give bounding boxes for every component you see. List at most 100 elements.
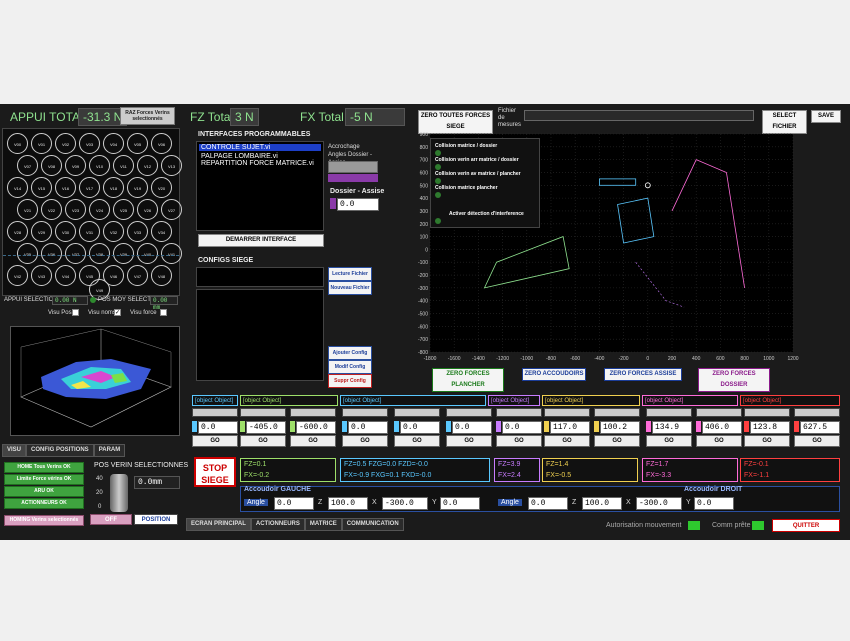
- position-input[interactable]: 0.0: [400, 421, 440, 434]
- d-z-input[interactable]: 100.0: [582, 497, 622, 510]
- verin-circle[interactable]: V26: [137, 199, 158, 220]
- verin-circle[interactable]: V36: [41, 243, 62, 264]
- value-stepper[interactable]: [646, 421, 651, 432]
- position-input[interactable]: 627.5: [800, 421, 840, 434]
- interface-item[interactable]: CONTROLE SUJET.vi: [199, 144, 321, 151]
- jog-buttons[interactable]: [446, 408, 492, 417]
- jog-buttons[interactable]: [696, 408, 742, 417]
- quitter-button[interactable]: QUITTER: [772, 519, 840, 532]
- verin-circle[interactable]: V13: [161, 155, 182, 176]
- go-button[interactable]: GO: [646, 435, 692, 447]
- verin-circle[interactable]: V00: [7, 133, 28, 154]
- suppr-config-button[interactable]: Suppr Config: [328, 374, 372, 388]
- tab-actionneurs[interactable]: ACTIONNEURS: [250, 518, 305, 531]
- dossier-assise-input[interactable]: 0.0: [337, 198, 379, 211]
- g-z-input[interactable]: 100.0: [328, 497, 368, 510]
- jog-buttons[interactable]: [744, 408, 790, 417]
- verin-circle[interactable]: V21: [17, 199, 38, 220]
- d-y-input[interactable]: 0.0: [694, 497, 734, 510]
- verin-circle[interactable]: V48: [151, 265, 172, 286]
- verin-circle[interactable]: V25: [113, 199, 134, 220]
- verin-circle[interactable]: V44: [55, 265, 76, 286]
- go-button[interactable]: GO: [744, 435, 790, 447]
- position-input[interactable]: 0.0: [198, 421, 238, 434]
- value-stepper[interactable]: [192, 421, 197, 432]
- tab-visu[interactable]: VISU: [2, 444, 27, 457]
- off-toggle[interactable]: OFF: [90, 514, 132, 525]
- verin-circle[interactable]: V14: [7, 177, 28, 198]
- verin-circle[interactable]: V11: [113, 155, 134, 176]
- verin-circle[interactable]: V38: [89, 243, 110, 264]
- go-button[interactable]: GO: [446, 435, 492, 447]
- fichier-mesures-input[interactable]: [524, 110, 754, 121]
- position-input[interactable]: 117.0: [550, 421, 590, 434]
- position-input[interactable]: 123.8: [750, 421, 790, 434]
- verin-circle[interactable]: V32: [103, 221, 124, 242]
- verin-circle[interactable]: V35: [17, 243, 38, 264]
- verin-circle[interactable]: V18: [103, 177, 124, 198]
- d-x-input[interactable]: -300.0: [636, 497, 682, 510]
- go-button[interactable]: GO: [594, 435, 640, 447]
- interfaces-list[interactable]: CONTROLE SUJET.vi PALPAGE LOMBAIRE.vi RE…: [196, 141, 324, 231]
- accrochage-slider-track[interactable]: [328, 161, 378, 173]
- verin-circle[interactable]: V33: [127, 221, 148, 242]
- visu-force-checkbox[interactable]: [160, 309, 167, 316]
- verin-circle[interactable]: V37: [65, 243, 86, 264]
- position-input[interactable]: 100.2: [600, 421, 640, 434]
- home-verins-button[interactable]: HOME Tous Verins OK: [4, 462, 84, 473]
- stop-siege-button[interactable]: STOP SIEGE: [194, 457, 236, 487]
- value-stepper[interactable]: [290, 421, 295, 432]
- verin-circle[interactable]: V39: [113, 243, 134, 264]
- go-button[interactable]: GO: [496, 435, 542, 447]
- verin-circle[interactable]: V01: [31, 133, 52, 154]
- d-angle-input[interactable]: 0.0: [528, 497, 568, 510]
- go-button[interactable]: GO: [192, 435, 238, 447]
- verin-circle[interactable]: V43: [31, 265, 52, 286]
- verin-circle[interactable]: V06: [151, 133, 172, 154]
- verin-circle[interactable]: V24: [89, 199, 110, 220]
- value-stepper[interactable]: [594, 421, 599, 432]
- value-stepper[interactable]: [342, 421, 347, 432]
- lecture-fichier-button[interactable]: Lecture Fichier: [328, 267, 372, 281]
- go-button[interactable]: GO: [696, 435, 742, 447]
- verin-circle[interactable]: V27: [161, 199, 182, 220]
- interface-item[interactable]: PALPAGE LOMBAIRE.vi: [197, 153, 323, 160]
- go-button[interactable]: GO: [240, 435, 286, 447]
- verin-circle[interactable]: V19: [127, 177, 148, 198]
- verin-circle[interactable]: V04: [103, 133, 124, 154]
- position-input[interactable]: 0.0: [502, 421, 542, 434]
- go-button[interactable]: GO: [290, 435, 336, 447]
- tab-config-positions[interactable]: CONFIG POSITIONS: [26, 444, 94, 457]
- verin-circle[interactable]: V03: [79, 133, 100, 154]
- value-stepper[interactable]: [240, 421, 245, 432]
- position-input[interactable]: 406.0: [702, 421, 742, 434]
- value-stepper[interactable]: [496, 421, 501, 432]
- go-button[interactable]: GO: [342, 435, 388, 447]
- raz-forces-button[interactable]: RAZ Forces Verins selectionnés: [120, 107, 175, 125]
- g-angle-input[interactable]: 0.0: [274, 497, 314, 510]
- verin-circle[interactable]: V08: [41, 155, 62, 176]
- verin-circle[interactable]: V02: [55, 133, 76, 154]
- tab-communication[interactable]: COMMUNICATION: [341, 518, 404, 531]
- verin-circle[interactable]: V28: [7, 221, 28, 242]
- verin-circle[interactable]: V42: [7, 265, 28, 286]
- position-input[interactable]: 0.0: [348, 421, 388, 434]
- verin-circle[interactable]: V34: [151, 221, 172, 242]
- verin-circle[interactable]: V30: [55, 221, 76, 242]
- visu-noms-checkbox[interactable]: ✓: [114, 309, 121, 316]
- verin-circle[interactable]: V05: [127, 133, 148, 154]
- position-input[interactable]: -600.0: [296, 421, 336, 434]
- verin-circle[interactable]: V16: [55, 177, 76, 198]
- visu-pos-checkbox[interactable]: [72, 309, 79, 316]
- position-input[interactable]: -405.0: [246, 421, 286, 434]
- verin-circle[interactable]: V31: [79, 221, 100, 242]
- go-button[interactable]: GO: [794, 435, 840, 447]
- value-stepper[interactable]: [544, 421, 549, 432]
- position-input[interactable]: 134.9: [652, 421, 692, 434]
- actionneurs-button[interactable]: ACTIONNEURS OK: [4, 498, 84, 509]
- verin-circle[interactable]: V09: [65, 155, 86, 176]
- verin-circle[interactable]: V22: [41, 199, 62, 220]
- nouveau-fichier-button[interactable]: Nouveau Fichier: [328, 281, 372, 295]
- position-button[interactable]: POSITION: [134, 514, 178, 525]
- configs-path-input[interactable]: [196, 267, 324, 287]
